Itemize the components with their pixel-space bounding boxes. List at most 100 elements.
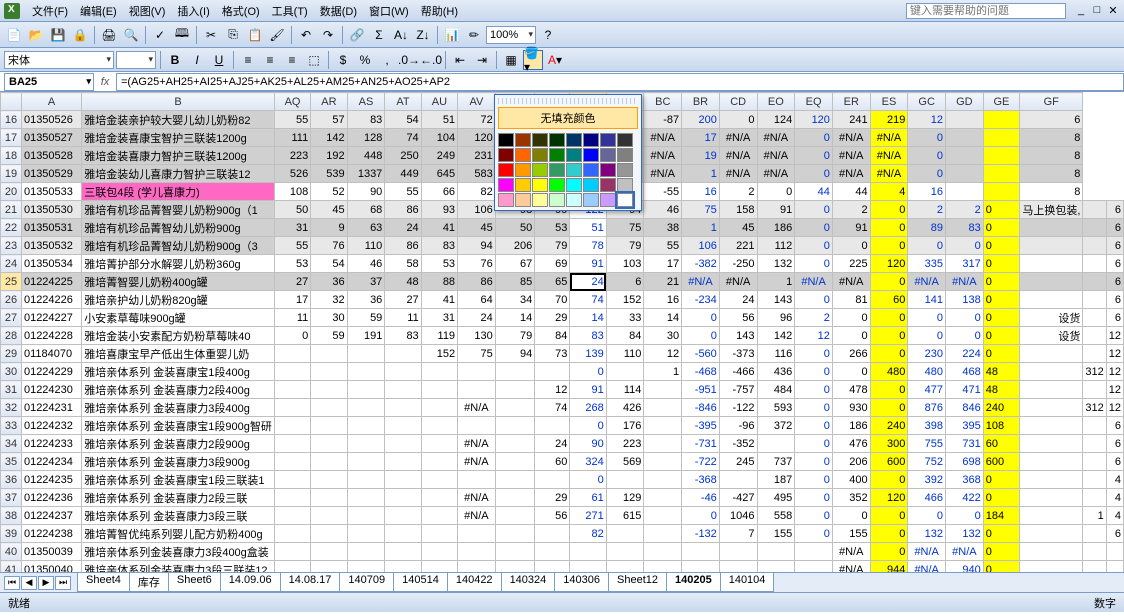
cell[interactable]: 0 <box>908 507 946 525</box>
sheet-tab[interactable]: 库存 <box>129 573 169 592</box>
col-header[interactable]: BC <box>644 93 682 111</box>
popup-drag-handle[interactable] <box>498 98 638 104</box>
menu-window[interactable]: 窗口(W) <box>363 1 415 21</box>
cell[interactable]: 85 <box>495 273 535 291</box>
row-header[interactable]: 35 <box>1 453 22 471</box>
cell[interactable]: -55 <box>644 183 682 201</box>
cell[interactable]: #N/A <box>832 561 870 573</box>
col-header[interactable]: AT <box>385 93 421 111</box>
bold-icon[interactable]: B <box>165 50 185 70</box>
cell[interactable]: 240 <box>983 399 1019 417</box>
font-size-combo[interactable] <box>116 51 156 69</box>
drawing-icon[interactable]: ✏ <box>464 25 484 45</box>
cell[interactable]: 56 <box>535 507 570 525</box>
cell[interactable] <box>1106 543 1123 561</box>
cell[interactable]: 0 <box>795 363 833 381</box>
cell[interactable]: -368 <box>682 471 720 489</box>
cell[interactable]: 6 <box>1106 237 1123 255</box>
cell[interactable]: 64 <box>458 291 496 309</box>
row-header[interactable]: 25 <box>1 273 22 291</box>
cell[interactable] <box>385 417 421 435</box>
cell[interactable]: 422 <box>946 489 984 507</box>
col-header[interactable]: B <box>82 93 275 111</box>
color-swatch[interactable] <box>498 163 514 177</box>
cell[interactable]: 84 <box>606 327 644 345</box>
cell[interactable] <box>1083 255 1106 273</box>
cell[interactable]: -352 <box>719 435 757 453</box>
cell[interactable]: 24 <box>458 309 496 327</box>
cell[interactable]: 33 <box>606 309 644 327</box>
color-swatch[interactable] <box>498 148 514 162</box>
cell[interactable]: 2 <box>946 201 984 219</box>
cell[interactable]: 设货 <box>1020 327 1083 345</box>
cell[interactable]: 83 <box>347 111 385 129</box>
cell[interactable]: 83 <box>570 327 606 345</box>
cell[interactable] <box>385 471 421 489</box>
color-swatch[interactable] <box>498 178 514 192</box>
cell[interactable]: 846 <box>946 399 984 417</box>
cell[interactable]: 01224232 <box>21 417 81 435</box>
cell[interactable] <box>1020 237 1083 255</box>
row-header[interactable]: 39 <box>1 525 22 543</box>
cell[interactable] <box>311 453 347 471</box>
cell[interactable]: 249 <box>421 147 457 165</box>
cell[interactable]: 雅培亲体系列 金装喜康宝1段400g <box>82 363 275 381</box>
cell[interactable]: 0 <box>570 471 606 489</box>
cell[interactable]: 1 <box>644 363 682 381</box>
cell[interactable]: 12 <box>1106 381 1123 399</box>
cell[interactable]: 74 <box>535 399 570 417</box>
cell[interactable] <box>347 489 385 507</box>
cell[interactable]: 698 <box>946 453 984 471</box>
cell[interactable]: 94 <box>495 345 535 363</box>
cell[interactable] <box>458 363 496 381</box>
row-header[interactable]: 22 <box>1 219 22 237</box>
cell[interactable]: 17 <box>274 291 310 309</box>
cell[interactable]: 0 <box>870 399 908 417</box>
cell[interactable]: 01350532 <box>21 237 81 255</box>
cell[interactable]: 0 <box>795 453 833 471</box>
cell[interactable] <box>1083 273 1106 291</box>
cell[interactable]: 45 <box>311 201 347 219</box>
cell[interactable] <box>385 399 421 417</box>
cell[interactable]: 526 <box>274 165 310 183</box>
cell[interactable]: 0 <box>908 165 946 183</box>
cell[interactable] <box>983 147 1019 165</box>
cell[interactable]: 75 <box>458 345 496 363</box>
cell[interactable] <box>606 471 644 489</box>
cell[interactable]: #N/A <box>757 165 795 183</box>
cell[interactable] <box>1020 525 1083 543</box>
color-swatch[interactable] <box>549 178 565 192</box>
cell[interactable] <box>274 489 310 507</box>
cell[interactable]: 0 <box>870 471 908 489</box>
cell[interactable] <box>1083 381 1106 399</box>
cell[interactable] <box>495 381 535 399</box>
menu-edit[interactable]: 编辑(E) <box>74 1 123 21</box>
row-header[interactable]: 40 <box>1 543 22 561</box>
cell[interactable]: #N/A <box>870 129 908 147</box>
cell[interactable]: 0 <box>870 219 908 237</box>
cell[interactable]: 01350531 <box>21 219 81 237</box>
cell[interactable]: 0 <box>682 309 720 327</box>
color-swatch[interactable] <box>583 148 599 162</box>
cell[interactable] <box>1106 561 1123 573</box>
cell[interactable]: 16 <box>682 183 720 201</box>
cell[interactable]: 752 <box>908 453 946 471</box>
cell[interactable]: 139 <box>570 345 606 363</box>
cell[interactable] <box>385 435 421 453</box>
cell[interactable]: 27 <box>385 291 421 309</box>
formula-input[interactable]: =(AG25+AH25+AI25+AJ25+AK25+AL25+AM25+AN2… <box>116 73 1124 91</box>
cell[interactable]: 12 <box>1106 345 1123 363</box>
cell[interactable] <box>1020 489 1083 507</box>
cell[interactable]: 67 <box>495 255 535 273</box>
cell[interactable]: 132 <box>757 255 795 273</box>
cell[interactable]: 271 <box>570 507 606 525</box>
cell[interactable]: 0 <box>983 561 1019 573</box>
permission-icon[interactable]: 🔒 <box>70 25 90 45</box>
color-swatch[interactable] <box>532 133 548 147</box>
color-swatch[interactable] <box>600 148 616 162</box>
cell[interactable] <box>385 453 421 471</box>
cell[interactable]: 14 <box>570 309 606 327</box>
cell[interactable]: 雅培金装喜康力智护三联装1200g <box>82 147 275 165</box>
cell[interactable]: 57 <box>311 111 347 129</box>
cell[interactable]: 01184070 <box>21 345 81 363</box>
